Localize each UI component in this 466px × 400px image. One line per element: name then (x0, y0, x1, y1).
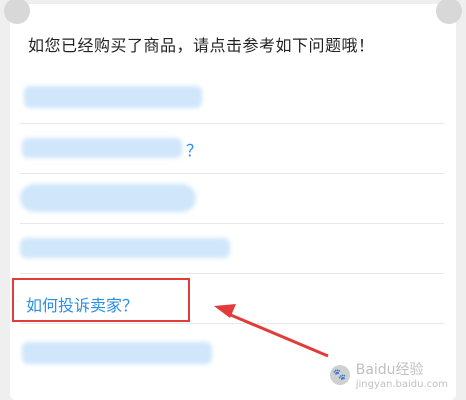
corner-decoration (4, 0, 30, 24)
faq-card: 如您已经购买了商品，请点击参考如下问题哦！ ？ 如何投诉卖家？ (4, 0, 462, 400)
faq-item-label: ？ (186, 141, 203, 160)
watermark-brand: Baidu经验 (355, 362, 424, 378)
watermark-domain: jingyan.baidu.com (355, 379, 448, 390)
faq-divider (20, 323, 444, 324)
faq-item[interactable] (20, 224, 444, 274)
watermark: 🐾 Baidu经验 jingyan.baidu.com (329, 359, 448, 390)
faq-item[interactable]: ？ (20, 124, 444, 174)
blurred-text (24, 86, 202, 108)
blurred-text (22, 138, 182, 158)
baidu-paw-icon: 🐾 (329, 364, 350, 385)
blurred-text (20, 184, 196, 212)
blurred-text (22, 342, 212, 364)
corner-decoration (436, 0, 462, 24)
faq-item[interactable] (20, 174, 444, 224)
faq-item[interactable] (20, 74, 444, 124)
blurred-text (20, 238, 230, 258)
page-title: 如您已经购买了商品，请点击参考如下问题哦！ (28, 36, 375, 55)
highlight-box (12, 278, 190, 322)
